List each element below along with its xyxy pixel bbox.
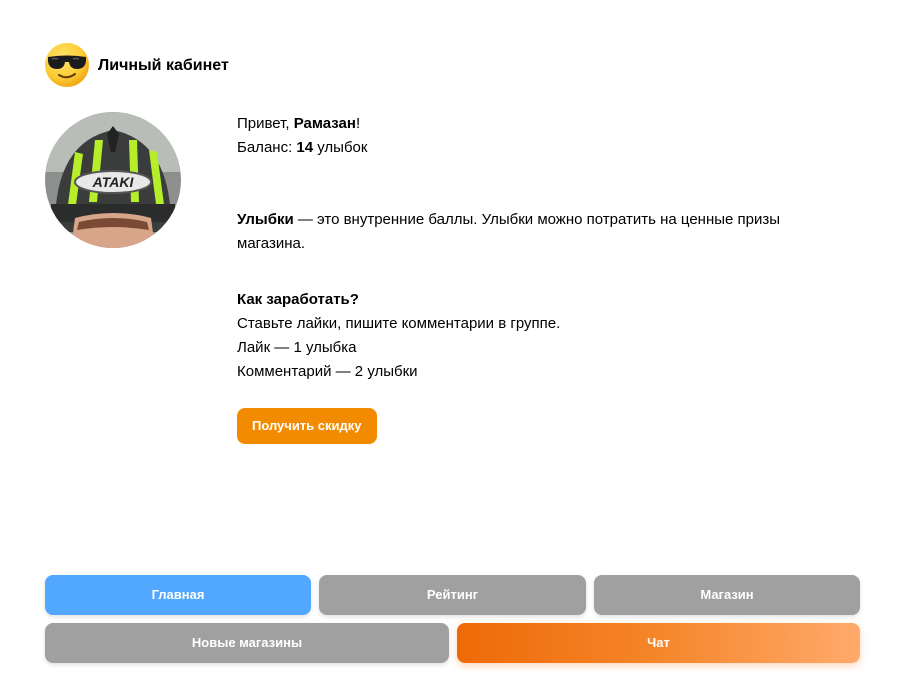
helmet-label: ATAKI: [92, 174, 135, 190]
balance-suffix: улыбок: [313, 139, 368, 156]
greeting-suffix: !: [355, 115, 361, 132]
page-header: Личный кабинет: [44, 42, 229, 88]
nav-rating-button[interactable]: Рейтинг: [319, 575, 586, 615]
nav-chat-button[interactable]: Чат: [457, 623, 860, 663]
avatar-photo: ATAKI: [45, 112, 181, 248]
earn-line-3: Комментарий — 2 улыбки: [237, 363, 418, 380]
page-title: Личный кабинет: [98, 57, 229, 74]
greeting: Привет, Рамазан!: [237, 112, 797, 136]
greeting-prefix: Привет,: [237, 115, 294, 132]
user-name: Рамазан: [293, 115, 356, 132]
nav-home-button[interactable]: Главная: [45, 575, 311, 615]
main-content: Привет, Рамазан! Баланс: 14 улыбок Улыбк…: [237, 112, 797, 444]
get-discount-button[interactable]: Получить скидку: [237, 408, 377, 444]
balance: Баланс: 14 улыбок: [237, 136, 797, 160]
earn-line-2: Лайк — 1 улыбка: [237, 339, 357, 356]
balance-value: 14: [296, 139, 314, 156]
balance-prefix: Баланс:: [237, 139, 297, 156]
nav-shop-button[interactable]: Магазин: [594, 575, 860, 615]
smiles-text: — это внутренние баллы. Улыбки можно пот…: [237, 211, 781, 252]
smiles-term: Улыбки: [237, 211, 294, 228]
bottom-navigation: Главная Рейтинг Магазин Новые магазины Ч…: [45, 575, 860, 664]
earn-title: Как заработать?: [237, 288, 797, 312]
earn-line-1: Ставьте лайки, пишите комментарии в груп…: [237, 315, 561, 332]
earn-title-text: Как заработать?: [237, 291, 359, 308]
sunglasses-emoji-icon: [45, 43, 89, 87]
user-avatar: ATAKI: [45, 112, 181, 248]
smiles-description: Улыбки — это внутренние баллы. Улыбки мо…: [237, 208, 797, 256]
nav-new-shops-button[interactable]: Новые магазины: [45, 623, 449, 663]
